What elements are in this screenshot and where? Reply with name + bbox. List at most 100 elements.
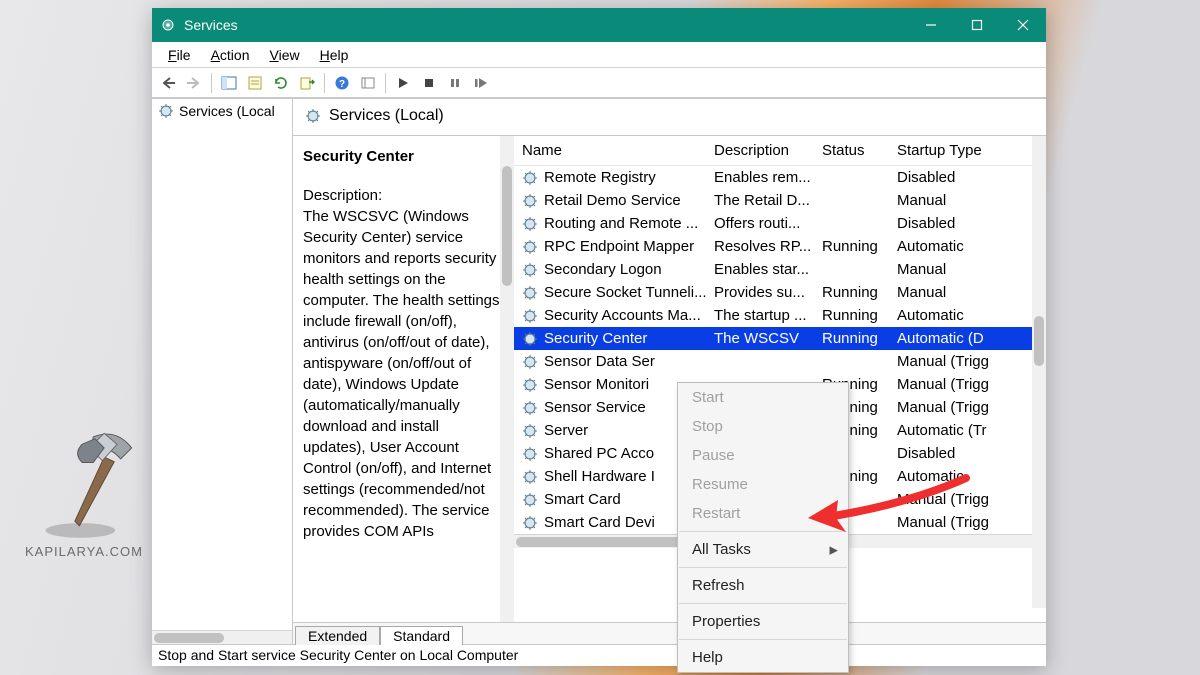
service-status: Running: [818, 236, 893, 257]
service-row[interactable]: Routing and Remote ...Offers routi...Dis…: [514, 212, 1046, 235]
service-name: Shared PC Acco: [544, 445, 654, 462]
ctx-pause[interactable]: Pause: [678, 441, 848, 470]
service-detail-pane: Security Center Description: The WSCSVC …: [293, 136, 514, 622]
pause-service-button[interactable]: [443, 71, 467, 95]
ctx-stop[interactable]: Stop: [678, 412, 848, 441]
col-desc[interactable]: Description: [710, 140, 818, 161]
gear-icon: [522, 492, 538, 508]
minimize-button[interactable]: [908, 8, 954, 42]
service-name: Security Center: [544, 330, 647, 347]
service-status: [818, 222, 893, 226]
service-desc: Provides su...: [710, 282, 818, 303]
gear-icon: [522, 354, 538, 370]
service-name: Remote Registry: [544, 169, 656, 186]
col-name[interactable]: Name: [518, 140, 710, 161]
ctx-alltasks[interactable]: All Tasks▶: [678, 535, 848, 564]
statusbar: Stop and Start service Security Center o…: [152, 644, 1046, 666]
service-startup: Automatic (D: [893, 328, 1046, 349]
service-row[interactable]: Security CenterThe WSCSVRunningAutomatic…: [514, 327, 1046, 350]
panel-title: Services (Local): [293, 99, 1046, 136]
refresh-button[interactable]: [269, 71, 293, 95]
service-status: Running: [818, 305, 893, 326]
service-row[interactable]: Security Accounts Ma... The startup ...Ru…: [514, 304, 1046, 327]
show-hide-tree-button[interactable]: [217, 71, 241, 95]
service-row[interactable]: Secure Socket Tunneli...Provides su...Ru…: [514, 281, 1046, 304]
service-status: [818, 199, 893, 203]
maximize-button[interactable]: [954, 8, 1000, 42]
gear-icon: [522, 193, 538, 209]
view-tabs: Extended Standard: [293, 622, 1046, 644]
tab-extended[interactable]: Extended: [295, 626, 380, 645]
gear-icon: [522, 469, 538, 485]
service-row[interactable]: Retail Demo ServiceThe Retail D...Manual: [514, 189, 1046, 212]
service-startup: Manual (Trigg: [893, 351, 1046, 372]
toolbar: ?: [152, 68, 1046, 98]
menu-action[interactable]: Action: [201, 45, 260, 65]
ctx-resume[interactable]: Resume: [678, 470, 848, 499]
service-startup: Manual (Trigg: [893, 397, 1046, 418]
context-menu: Start Stop Pause Resume Restart All Task…: [677, 382, 849, 673]
help-button[interactable]: ?: [330, 71, 354, 95]
service-desc: [710, 360, 818, 364]
col-status[interactable]: Status: [818, 140, 893, 161]
service-row[interactable]: RPC Endpoint MapperResolves RP...Running…: [514, 235, 1046, 258]
service-name: Routing and Remote ...: [544, 215, 698, 232]
service-row[interactable]: Secondary LogonEnables star...Manual: [514, 258, 1046, 281]
chevron-right-icon: ▶: [830, 543, 838, 556]
gear-icon: [522, 262, 538, 278]
selected-service-name: Security Center: [303, 146, 504, 167]
service-startup: Disabled: [893, 167, 1046, 188]
gear-icon: [522, 170, 538, 186]
console-tree[interactable]: Services (Local: [152, 99, 293, 644]
service-desc: Enables rem...: [710, 167, 818, 188]
close-button[interactable]: [1000, 8, 1046, 42]
stop-service-button[interactable]: [417, 71, 441, 95]
service-name: Sensor Monitori: [544, 376, 649, 393]
service-status: [818, 268, 893, 272]
menu-view[interactable]: View: [260, 45, 310, 65]
toolbar-extra-button[interactable]: [356, 71, 380, 95]
gear-icon: [522, 377, 538, 393]
properties-button[interactable]: [243, 71, 267, 95]
forward-button[interactable]: [182, 71, 206, 95]
titlebar[interactable]: Services: [152, 8, 1046, 42]
service-name: Sensor Data Ser: [544, 353, 655, 370]
export-button[interactable]: [295, 71, 319, 95]
service-row[interactable]: Sensor Data Ser Manual (Trigg: [514, 350, 1046, 373]
ctx-properties[interactable]: Properties: [678, 607, 848, 636]
start-service-button[interactable]: [391, 71, 415, 95]
ctx-refresh[interactable]: Refresh: [678, 571, 848, 600]
service-startup: Manual (Trigg: [893, 512, 1046, 533]
col-startup[interactable]: Startup Type: [893, 140, 1046, 161]
hammer-icon: [29, 420, 139, 540]
column-headers[interactable]: Name Description Status Startup Type: [514, 136, 1046, 166]
gear-icon: [305, 108, 321, 124]
menu-help[interactable]: Help: [310, 45, 359, 65]
service-name: Retail Demo Service: [544, 192, 681, 209]
service-desc: The startup ...: [710, 305, 818, 326]
menubar: File Action View Help: [152, 42, 1046, 68]
menu-file[interactable]: File: [158, 45, 201, 65]
tab-standard[interactable]: Standard: [380, 626, 463, 645]
gear-icon: [522, 423, 538, 439]
service-desc: Offers routi...: [710, 213, 818, 234]
gear-icon: [522, 239, 538, 255]
service-startup: Automatic: [893, 305, 1046, 326]
services-app-icon: [160, 17, 176, 33]
ctx-help[interactable]: Help: [678, 643, 848, 672]
service-name: Security Accounts Ma...: [544, 307, 701, 324]
services-window: Services File Action View Help ?: [152, 8, 1046, 666]
service-name: RPC Endpoint Mapper: [544, 238, 694, 255]
gear-icon: [522, 216, 538, 232]
service-name: Smart Card Devi: [544, 514, 655, 531]
ctx-restart[interactable]: Restart: [678, 499, 848, 528]
service-row[interactable]: Remote Registry Enables rem... Disabled: [514, 166, 1046, 189]
ctx-start[interactable]: Start: [678, 383, 848, 412]
service-desc: The WSCSV: [710, 328, 818, 349]
tree-services-local[interactable]: Services (Local: [152, 99, 292, 123]
service-startup: Manual (Trigg: [893, 374, 1046, 395]
service-name: Secure Socket Tunneli...: [544, 284, 707, 301]
back-button[interactable]: [156, 71, 180, 95]
svg-text:?: ?: [339, 79, 345, 90]
restart-service-button[interactable]: [469, 71, 493, 95]
